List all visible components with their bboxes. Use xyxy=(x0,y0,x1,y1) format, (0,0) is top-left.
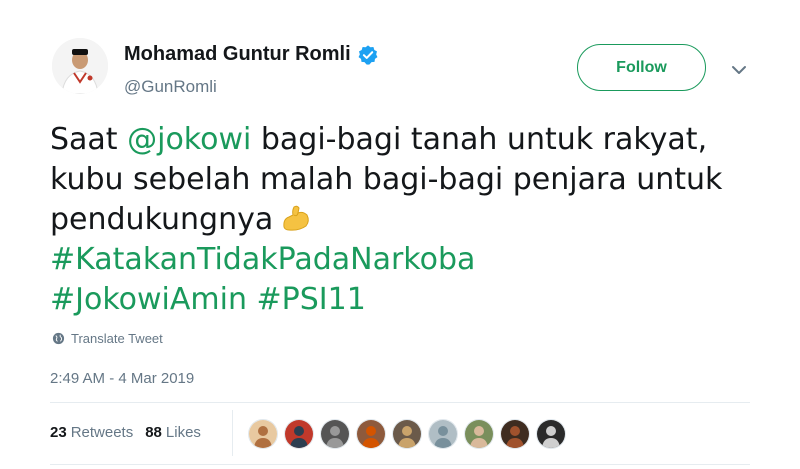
author-name-row[interactable]: Mohamad Guntur Romli xyxy=(124,43,379,66)
liker-avatar[interactable] xyxy=(320,419,350,449)
author-display-name[interactable]: Mohamad Guntur Romli xyxy=(124,43,351,66)
tweet-line: #JokowiAmin #PSI11 xyxy=(50,280,770,320)
tweet-text-segment: bagi-bagi tanah untuk rakyat, xyxy=(251,122,708,157)
liker-avatar[interactable] xyxy=(392,419,422,449)
tweet-text-segment: Saat xyxy=(50,122,128,157)
tweet-card: Mohamad Guntur Romli @GunRomli Follow Sa… xyxy=(0,0,800,469)
hashtag-link[interactable]: #PSI11 xyxy=(247,282,366,317)
tweet-line: pendukungnya xyxy=(50,200,770,240)
liker-avatar[interactable] xyxy=(536,419,566,449)
tweet-text: Saat @jokowi bagi-bagi tanah untuk rakya… xyxy=(50,120,770,320)
retweets-stat[interactable]: 23 Retweets xyxy=(50,424,133,441)
likes-count: 88 xyxy=(145,424,162,441)
author-handle[interactable]: @GunRomli xyxy=(124,77,217,97)
liker-avatar[interactable] xyxy=(428,419,458,449)
likes-stat[interactable]: 88 Likes xyxy=(145,424,201,441)
hashtag-link[interactable]: #JokowiAmin xyxy=(50,282,247,317)
likes-label: Likes xyxy=(165,424,201,441)
tweet-line: kubu sebelah malah bagi-bagi penjara unt… xyxy=(50,162,723,197)
liker-avatar[interactable] xyxy=(356,419,386,449)
liker-avatar[interactable] xyxy=(500,419,530,449)
divider xyxy=(50,402,750,403)
divider xyxy=(50,464,750,465)
liker-avatar[interactable] xyxy=(284,419,314,449)
author-avatar[interactable] xyxy=(52,38,108,94)
tweet-text-segment: pendukungnya xyxy=(50,202,274,237)
mention-link[interactable]: @jokowi xyxy=(127,122,251,157)
translate-tweet-link[interactable]: Translate Tweet xyxy=(52,331,163,346)
liker-avatars xyxy=(248,419,572,449)
tweet-timestamp[interactable]: 2:49 AM - 4 Mar 2019 xyxy=(50,370,194,387)
retweets-count: 23 xyxy=(50,424,67,441)
tweet-line: Saat @jokowi bagi-bagi tanah untuk rakya… xyxy=(50,120,770,160)
globe-icon xyxy=(52,332,65,345)
chevron-down-icon[interactable] xyxy=(729,60,749,80)
liker-avatar[interactable] xyxy=(464,419,494,449)
follow-button[interactable]: Follow xyxy=(577,44,706,91)
verified-badge-icon xyxy=(357,44,379,66)
translate-tweet-label[interactable]: Translate Tweet xyxy=(71,331,163,346)
tweet-stats: 23 Retweets 88 Likes xyxy=(50,424,213,441)
divider xyxy=(232,410,233,456)
author-avatar-image xyxy=(52,38,108,94)
liker-avatar[interactable] xyxy=(248,419,278,449)
flexed-biceps-emoji-icon xyxy=(279,201,313,235)
retweets-label: Retweets xyxy=(70,424,134,441)
hashtag-link[interactable]: #KatakanTidakPadaNarkoba xyxy=(50,240,770,280)
